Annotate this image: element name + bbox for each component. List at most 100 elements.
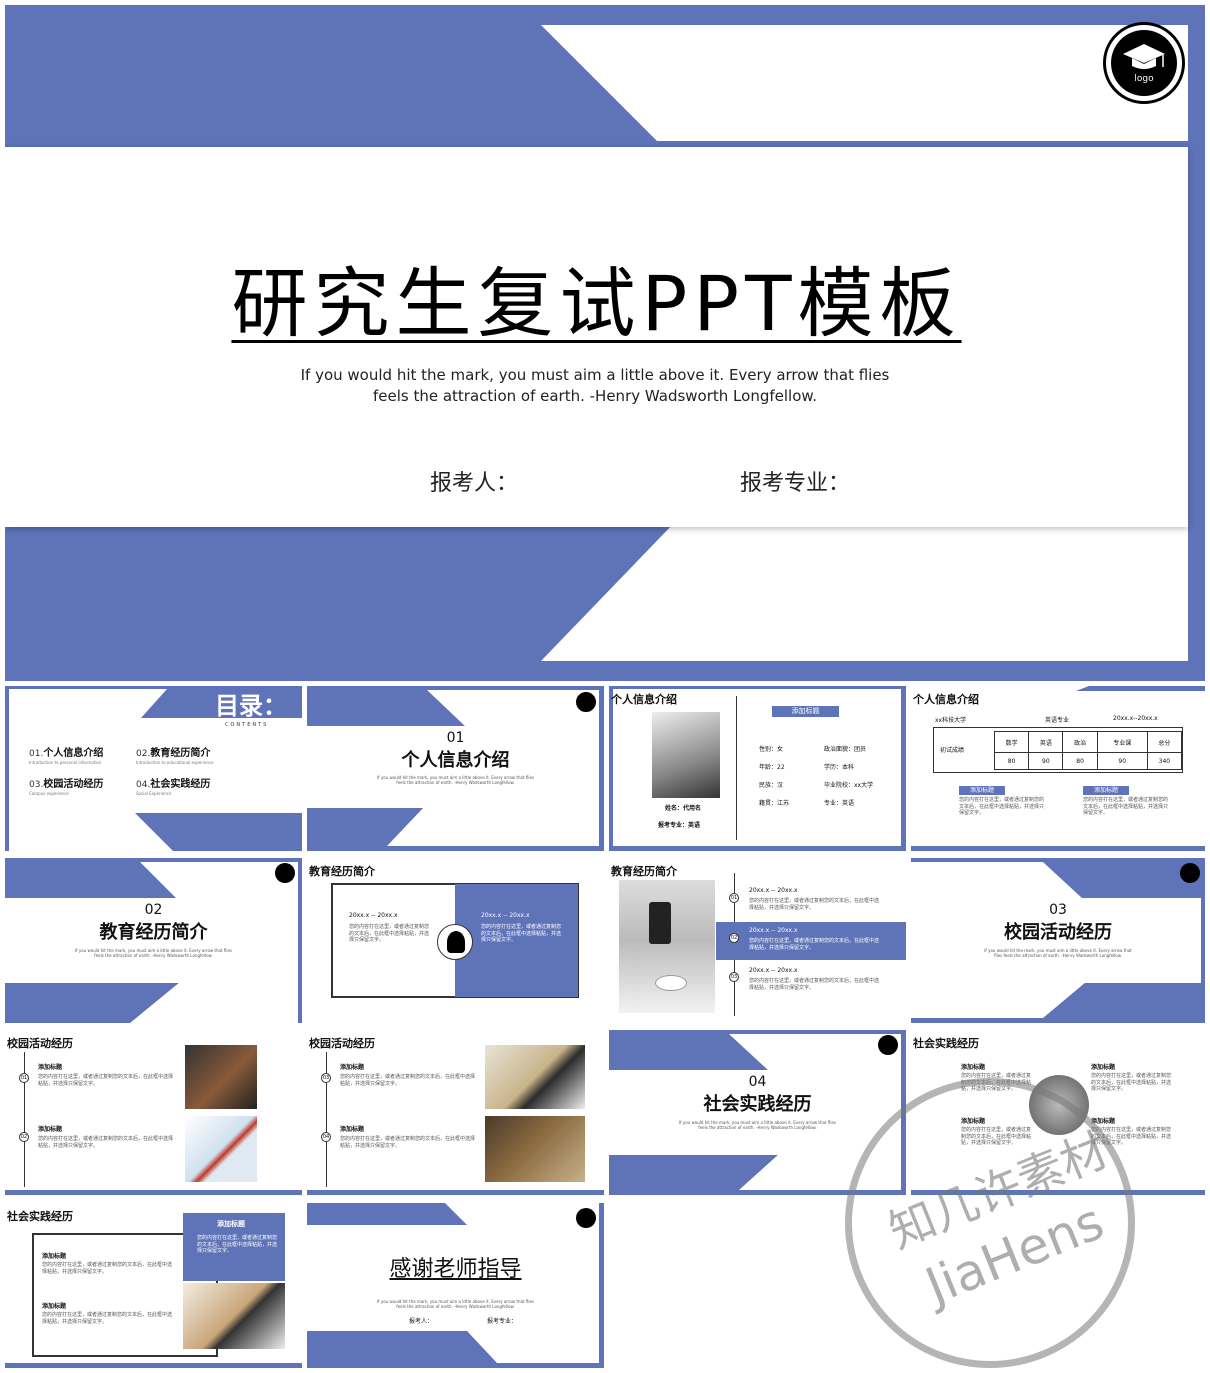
camera-map-photo [485, 1045, 585, 1109]
section-quote: If you would hit the mark, you must aim … [984, 948, 1132, 959]
slide-header: 个人信息介绍 [611, 693, 677, 706]
timeline-text: 您的内容打在这里，或者通过复制您的文本后，在此框中选择粘贴，并选择只保留文字。 [749, 938, 880, 951]
profile-field: 籍贯：江苏 [759, 800, 790, 807]
logo-text: logo [1134, 74, 1154, 84]
profile-field: 毕业院校：xx大学 [824, 782, 874, 789]
timeline-number: 04 [321, 1132, 331, 1142]
timeline-text: 您的内容打在这里，或者通过复制您的文本后，在此框中选择粘贴，并选择只保留文字。 [749, 978, 880, 991]
hero-quote: If you would hit the mark, you must aim … [300, 366, 890, 405]
graduation-cap-icon [576, 1208, 596, 1228]
climbing-photo [185, 1116, 257, 1182]
contents-subtitle: CONTENTS [225, 722, 269, 728]
profile-slide: 个人信息介绍 添加标题 姓名：代用名 报考专业：英语 性别：女 政治面貌：团员 … [609, 686, 906, 851]
score-cell: 80 [1062, 752, 1098, 770]
edu-text: 您的内容打在这里，或者通过复制您的文本后，在此框中选择粘贴，并选择只保留文字。 [481, 924, 562, 943]
score-col-header: 总分 [1146, 730, 1183, 754]
section-title: 教育经历简介 [99, 922, 208, 943]
note-text: 您的内容打在这里，或者通过复制您的文本后，在此框中选择粘贴，并选择只保留文字。 [959, 797, 1045, 816]
item-text: 您的内容打在这里，或者通过复制您的文本后，在此框中选择粘贴，并选择只保留文字。 [38, 1136, 174, 1149]
thanks-quote: If you would hit the mark, you must aim … [376, 1299, 534, 1310]
school-name: xx科技大学 [935, 717, 967, 724]
timeline-number: 02 [19, 1132, 29, 1142]
add-title-tag[interactable]: 添加标题 [772, 706, 839, 717]
section-02-slide: 02 教育经历简介 If you would hit the mark, you… [5, 858, 302, 1023]
item-title: 添加标题 [1091, 1064, 1116, 1071]
timeline-number: 03 [321, 1073, 331, 1083]
presentation-title: 研究生复试PPT模板 [231, 259, 962, 348]
slide-header: 校园活动经历 [309, 1037, 375, 1050]
item-text: 您的内容打在这里，或者通过复制您的文本后，在此框中选择粘贴，并选择只保留文字。 [340, 1074, 476, 1087]
social-b-slide: 社会实践经历 添加标题 您的内容打在这里，或者通过复制您的文本后，在此框中选择粘… [5, 1203, 302, 1368]
section-03-slide: 03 校园活动经历 If you would hit the mark, you… [911, 858, 1205, 1023]
section-number: 02 [144, 902, 163, 918]
profile-field: 性别：女 [759, 746, 784, 753]
slide-header: 校园活动经历 [7, 1037, 73, 1050]
applicant-label: 报考人： [409, 1318, 434, 1325]
coffee-photo [619, 880, 715, 1013]
item-text: 您的内容打在这里，或者通过复制您的文本后，在此框中选择粘贴，并选择只保留文字。 [42, 1312, 173, 1325]
section-title: 社会实践经历 [703, 1094, 812, 1115]
item-title: 添加标题 [340, 1064, 365, 1071]
score-cell: 90 [1028, 752, 1064, 770]
contents-item[interactable]: 03.校园活动经历 Campus experience [29, 772, 103, 796]
timeline-date: 20xx.x -- 20xx.x [749, 927, 798, 934]
profile-field: 年龄：22 [759, 764, 785, 771]
slide-header: 个人信息介绍 [913, 693, 979, 706]
edu-timeline-slide: 教育经历简介 01 20xx.x -- 20xx.x 您的内容打在这里，或者通过… [609, 858, 906, 1023]
item-title: 添加标题 [340, 1126, 365, 1133]
campus-b-slide: 校园活动经历 03 添加标题 您的内容打在这里，或者通过复制您的文本后，在此框中… [307, 1030, 604, 1195]
graduation-cap-icon [576, 692, 596, 712]
portrait-photo [652, 712, 720, 798]
score-table: 初试成绩 数学 英语 政治 专业课 总分 80 90 80 90 340 [933, 727, 1183, 773]
profile-field: 学历：本科 [824, 764, 855, 771]
item-text: 您的内容打在这里，或者通过复制您的文本后，在此框中选择粘贴，并选择只保留文字。 [340, 1136, 476, 1149]
scores-slide: 个人信息介绍 xx科技大学 英语专业 20xx.x--20xx.x 初试成绩 数… [911, 686, 1205, 851]
timeline-number: 02 [729, 933, 739, 943]
section-number: 04 [748, 1074, 767, 1090]
edu-intro-slide: 教育经历简介 20xx.x -- 20xx.x 您的内容打在这里，或者通过复制您… [307, 858, 604, 1023]
profile-field: 政治面貌：团员 [824, 746, 867, 753]
guitar-photo [185, 1045, 257, 1109]
slide-header: 社会实践经历 [7, 1210, 73, 1223]
section-quote: If you would hit the mark, you must aim … [679, 1120, 837, 1131]
score-col-header: 专业课 [1096, 730, 1148, 754]
hero-panel: 研究生复试PPT模板 If you would hit the mark, yo… [5, 147, 1188, 527]
score-cell: 80 [993, 752, 1030, 770]
score-cell: 340 [1146, 752, 1183, 770]
thanks-slide: 感谢老师指导 If you would hit the mark, you mu… [307, 1203, 604, 1368]
score-row-label: 初试成绩 [940, 747, 965, 754]
campus-a-slide: 校园活动经历 01 添加标题 您的内容打在这里，或者通过复制您的文本后，在此框中… [5, 1030, 302, 1195]
section-quote: If you would hit the mark, you must aim … [75, 948, 233, 959]
graduation-cap-icon [275, 863, 295, 883]
section-01-slide: 01 个人信息介绍 If you would hit the mark, you… [307, 686, 604, 851]
item-text: 您的内容打在这里，或者通过复制您的文本后，在此框中选择粘贴，并选择只保留文字。 [42, 1262, 173, 1275]
section-number: 01 [446, 730, 465, 746]
contents-item[interactable]: 01.个人信息介绍 Introduction to personal infor… [29, 741, 103, 765]
item-title: 添加标题 [42, 1303, 67, 1310]
watermark-stamp: 知几许素材 JiaHens [845, 1078, 1135, 1368]
timeline-number: 03 [729, 972, 739, 982]
item-title: 添加标题 [961, 1064, 986, 1071]
profile-field: 专业：英语 [824, 800, 855, 807]
add-title-tag[interactable]: 添加标题 [959, 786, 1005, 795]
graduate-icon [437, 924, 473, 960]
profile-field: 民族：汉 [759, 782, 784, 789]
laptop-photo [183, 1283, 285, 1349]
major-name: 英语专业 [1045, 717, 1070, 724]
item-title: 添加标题 [38, 1064, 63, 1071]
contents-item[interactable]: 02.教育经历简介 Introduction to educational ex… [136, 741, 214, 765]
thanks-title: 感谢老师指导 [389, 1257, 522, 1282]
applicant-label: 报考人： [430, 471, 519, 496]
item-title: 添加标题 [38, 1126, 63, 1133]
major-label: 报考专业： [487, 1318, 518, 1325]
contents-item[interactable]: 04.社会实践经历 Social Experience [136, 772, 210, 796]
add-title-tag[interactable]: 添加标题 [1083, 786, 1129, 795]
score-col-header: 英语 [1028, 730, 1064, 754]
slide-header: 社会实践经历 [913, 1037, 979, 1050]
edu-date: 20xx.x -- 20xx.x [349, 912, 398, 919]
timeline-number: 01 [729, 893, 739, 903]
edu-date: 20xx.x -- 20xx.x [481, 912, 530, 919]
item-text: 您的内容打在这里，或者通过复制您的文本后，在此框中选择粘贴，并选择只保留文字。 [38, 1074, 174, 1087]
section-quote: If you would hit the mark, you must aim … [377, 775, 535, 786]
graduation-cap-icon [1180, 863, 1200, 883]
